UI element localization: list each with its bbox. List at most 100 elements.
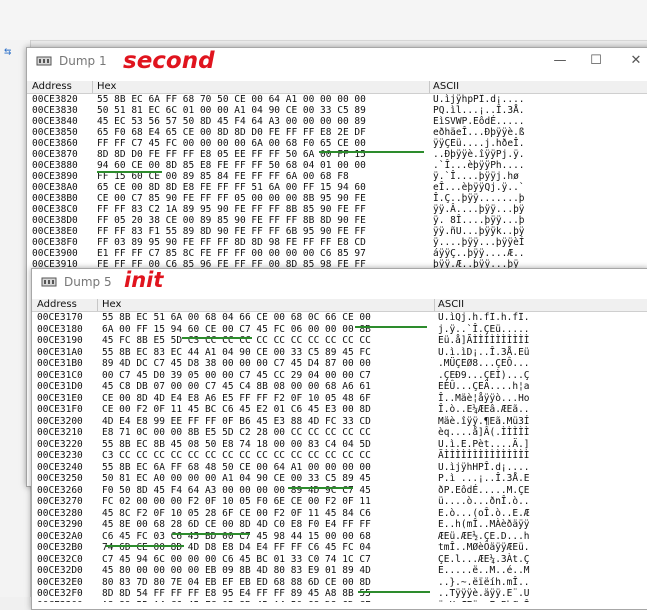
ascii-cell: èq....å]Â(.ÌÌÌÌÌ [438, 427, 530, 438]
dump-row[interactable]: 00CE38D0 FF 05 20 38 CE 00 89 85 90 FE FF… [27, 215, 647, 226]
address-cell: 00CE3250 [37, 473, 83, 484]
address-cell: 00CE3900 [32, 248, 78, 259]
dump-row[interactable]: 00CE3840 45 EC 53 56 57 50 8D 45 F4 64 A3… [27, 116, 647, 127]
address-cell: 00CE38A0 [32, 182, 78, 193]
close-button[interactable]: ✕ [623, 51, 647, 71]
address-cell: 00CE3860 [32, 138, 78, 149]
dump-row[interactable]: 00CE3820 55 8B EC 6A FF 68 70 50 CE 00 64… [27, 94, 647, 105]
dump-row[interactable]: 00CE32F0 8D 8D 54 FF FF FF E8 95 E4 FF FF… [32, 588, 647, 599]
shuffle-icon[interactable]: ⇆ [4, 44, 11, 58]
ascii-cell: ðP.EôdÉ.....M.ÇE [438, 484, 530, 496]
dump-row[interactable]: 00CE32E0 80 83 7D 80 7E 04 EB EF EB ED 68… [32, 577, 647, 588]
ascii-cell: .MÜÇEØ8...ÇEÔ... [438, 358, 530, 369]
address-header[interactable]: Address [37, 299, 77, 311]
address-cell: 00CE31B0 [37, 358, 83, 369]
dump-row[interactable]: 00CE32A0 C6 45 FC 03 C6 45 BD 00 C7 45 98… [32, 531, 647, 542]
dump-row[interactable]: 00CE3210 E8 71 0C 00 00 8B E5 5D C2 28 00… [32, 427, 647, 438]
ascii-cell: ÆEü.ÆE½.ÇE.D...h [438, 530, 530, 542]
address-cell: 00CE3180 [37, 323, 83, 335]
dump5-window[interactable]: Dump 5 init Address Hex ASCII 00CE3170 55… [31, 268, 647, 610]
dump5-annotation: init [124, 268, 164, 292]
address-cell: 00CE3190 [37, 335, 83, 346]
dump-row[interactable]: 00CE31D0 45 C8 DB 07 00 00 C7 45 C4 8B 08… [32, 381, 647, 392]
memory-icon [41, 277, 57, 287]
dump-row[interactable]: 00CE32C0 C7 45 94 6C 00 00 00 C6 45 BC 01… [32, 554, 647, 565]
ascii-cell: EÈÛ...ÇEÄ....h¦a [438, 381, 530, 392]
maximize-button[interactable]: ☐ [583, 51, 609, 71]
address-cell: 00CE31C0 [37, 369, 83, 381]
ascii-header[interactable]: ASCII [433, 81, 459, 93]
dump1-rows[interactable]: 00CE3820 55 8B EC 6A FF 68 70 50 CE 00 64… [27, 94, 647, 270]
ascii-cell: eðhäeÎ...Ðþÿÿè.ß [433, 127, 525, 138]
address-header[interactable]: Address [32, 81, 72, 93]
address-cell: 00CE38E0 [32, 226, 78, 237]
address-cell: 00CE38C0 [32, 204, 78, 215]
dump-row[interactable]: 00CE38A0 65 CE 00 8D 8D E8 FE FF FF 51 6A… [27, 182, 647, 193]
address-cell: 00CE32B0 [37, 542, 83, 553]
ascii-cell: tmÎ..MØèÔäÿÿÆEü. [438, 542, 530, 553]
dump5-titlebar[interactable]: Dump 5 init [32, 268, 647, 297]
dump-row[interactable]: 00CE31C0 00 C7 45 D0 39 05 00 00 C7 45 CC… [32, 370, 647, 381]
dump-row[interactable]: 00CE31E0 CE 00 8D 4D E4 E8 A6 E5 FF FF F2… [32, 393, 647, 404]
dump-row[interactable]: 00CE3200 4D E4 E8 99 EE FF FF 0F B6 45 E3… [32, 416, 647, 427]
dump-row[interactable]: 00CE3300 A8 89 55 A4 C6 45 FC 05 8B 45 A4… [32, 600, 647, 603]
ascii-cell: áÿÿÇ..þÿÿ....Æ.. [433, 248, 525, 259]
dump-row[interactable]: 00CE3170 55 8B EC 51 6A 00 68 04 66 CE 00… [32, 312, 647, 323]
dump-row[interactable]: 00CE38B0 CE 00 C7 85 90 FE FF FF 05 00 00… [27, 193, 647, 204]
dump-row[interactable]: 00CE38C0 FF FF 83 C2 1A 89 95 90 FE FF FF… [27, 204, 647, 215]
dump-row[interactable]: 00CE3880 94 60 CE 00 8D 85 E8 FE FF FF 50… [27, 160, 647, 171]
dump-row[interactable]: 00CE3230 C3 CC CC CC CC CC CC CC CC CC CC… [32, 450, 647, 461]
dump1-annotation: second [123, 48, 215, 74]
dump-row[interactable]: 00CE3290 45 8E 00 68 28 6D CE 00 8D 4D C0… [32, 519, 647, 530]
ascii-cell: ..Tÿÿÿè.äÿÿ.E¨.U [438, 588, 530, 599]
dump5-title: Dump 5 [64, 275, 112, 289]
dump-row[interactable]: 00CE31F0 CE 00 F2 0F 11 45 BC C6 45 E2 01… [32, 404, 647, 415]
hex-cell: 80 83 7D 80 7E 04 EB EF EB ED 68 88 6D C… [102, 576, 371, 588]
dump-row[interactable]: 00CE3180 6A 00 FF 15 94 60 CE 00 C7 45 FC… [32, 324, 647, 335]
ascii-cell: E.ò...(oÎ.ò..E.Æ [438, 507, 530, 519]
hex-cell: 89 4D DC C7 45 D8 38 00 00 00 C7 45 D4 8… [102, 358, 371, 369]
hex-header[interactable]: Hex [102, 299, 121, 311]
dump-row[interactable]: 00CE32D0 45 80 00 00 00 00 EB 09 8B 4D 80… [32, 565, 647, 576]
hex-cell: FF FF C7 45 FC 00 00 00 00 6A 00 68 F0 6… [97, 138, 366, 149]
hex-cell: E1 FF FF C7 85 8C FE FF FF 00 00 00 00 C… [97, 248, 366, 259]
dump-row[interactable]: 00CE38F0 FF 03 89 95 90 FE FF FF 8D 8D 98… [27, 237, 647, 248]
dump1-titlebar[interactable]: Dump 1 second — ☐ ✕ [27, 48, 647, 76]
address-cell: 00CE38D0 [32, 215, 78, 226]
hex-cell: C3 CC CC CC CC CC CC CC CC CC CC CC CC C… [102, 450, 371, 461]
dump-row[interactable]: 00CE3830 50 51 81 EC 6C 01 00 00 A1 04 90… [27, 105, 647, 116]
hex-cell: 65 F0 68 E4 65 CE 00 8D 8D D0 FE FF FF E… [97, 127, 366, 138]
dump-row[interactable]: 00CE3190 45 FC 8B E5 5D C3 CC CC CC CC CC… [32, 335, 647, 346]
dump-row[interactable]: 00CE31B0 89 4D DC C7 45 D8 38 00 00 00 C7… [32, 358, 647, 369]
address-cell: 00CE3290 [37, 519, 83, 530]
ascii-cell: E.....ë..M..é..M [438, 565, 530, 576]
address-cell: 00CE32A0 [37, 530, 83, 542]
dump-row[interactable]: 00CE3250 50 81 EC A0 00 00 00 A1 04 90 CE… [32, 473, 647, 484]
dump-row[interactable]: 00CE3220 55 8B EC 8B 45 08 50 E8 74 18 00… [32, 439, 647, 450]
ascii-cell: .`Î...èþÿÿPh.... [433, 160, 525, 171]
ascii-cell: U.ì.E.Pèt....Ä.] [438, 438, 530, 450]
dump-row[interactable]: 00CE31A0 55 8B EC 83 EC 44 A1 04 90 CE 00… [32, 347, 647, 358]
dump5-rows[interactable]: 00CE3170 55 8B EC 51 6A 00 68 04 66 CE 00… [32, 312, 647, 602]
hex-cell: 74 6D CE 00 8D 4D D8 E8 D4 E4 FF FF C6 4… [102, 542, 371, 553]
address-cell: 00CE32F0 [37, 588, 83, 599]
hex-header[interactable]: Hex [97, 81, 116, 93]
ascii-cell: Î.Ç..þÿÿ.......þ [433, 193, 525, 204]
hex-cell: 45 8C F2 0F 10 05 28 6F CE 00 F2 0F 11 4… [102, 507, 371, 519]
minimize-button[interactable]: — [547, 51, 573, 71]
dump-row[interactable]: 00CE3270 FC 02 00 00 00 F2 0F 10 05 F0 6E… [32, 496, 647, 507]
dump-row[interactable]: 00CE3240 55 8B EC 6A FF 68 48 50 CE 00 64… [32, 462, 647, 473]
green-underline-annotation [288, 487, 353, 489]
dump-row[interactable]: 00CE3850 65 F0 68 E4 65 CE 00 8D 8D D0 FE… [27, 127, 647, 138]
ascii-header[interactable]: ASCII [438, 299, 464, 311]
dump-row[interactable]: 00CE3860 FF FF C7 45 FC 00 00 00 00 6A 00… [27, 138, 647, 149]
dump-row[interactable]: 00CE3900 E1 FF FF C7 85 8C FE FF FF 00 00… [27, 248, 647, 259]
address-cell: 00CE3870 [32, 149, 78, 160]
dump-row[interactable]: 00CE38E0 FF FF 83 F1 55 89 8D 90 FE FF FF… [27, 226, 647, 237]
dump-row[interactable]: 00CE32B0 74 6D CE 00 8D 4D D8 E8 D4 E4 FF… [32, 542, 647, 553]
hex-cell: 6A 00 FF 15 94 60 CE 00 C7 45 FC 06 00 0… [102, 323, 371, 335]
hex-cell: FF 03 89 95 90 FE FF FF 8D 8D 98 FE FF F… [97, 237, 366, 248]
ascii-cell: Mäè.îÿÿ.¶Eã.Mü3Í [438, 415, 530, 427]
address-cell: 00CE32D0 [37, 565, 83, 576]
dump-row[interactable]: 00CE3280 45 8C F2 0F 10 05 28 6F CE 00 F2… [32, 508, 647, 519]
